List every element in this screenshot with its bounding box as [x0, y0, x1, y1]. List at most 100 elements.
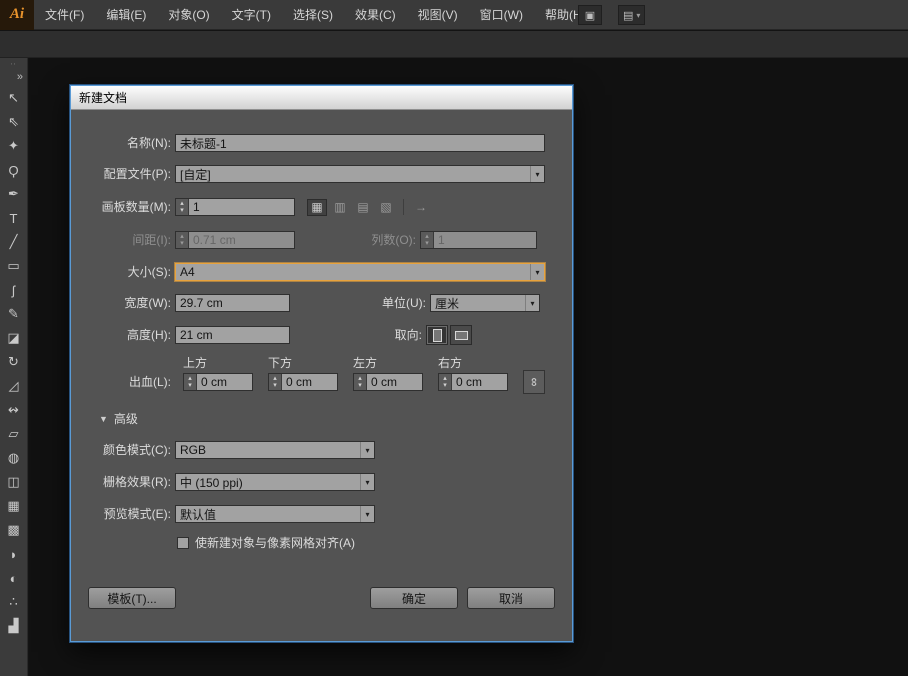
preview-mode-dropdown[interactable]: 默认值 ▾: [175, 505, 375, 523]
width-label: 宽度(W):: [124, 296, 171, 310]
advanced-section-toggle[interactable]: ▼ 高级: [99, 410, 138, 427]
size-dropdown[interactable]: A4 ▾: [175, 263, 545, 281]
width-input[interactable]: 29.7 cm: [175, 294, 290, 312]
dialog-title-bar[interactable]: 新建文档: [71, 86, 572, 110]
bleed-left-value[interactable]: 0 cm: [367, 374, 422, 390]
stepper-arrows[interactable]: ▴ ▾: [439, 374, 452, 390]
bleed-bottom-value[interactable]: 0 cm: [282, 374, 337, 390]
stepper-down-icon: ▾: [425, 240, 429, 247]
orientation-landscape-button[interactable]: [450, 325, 472, 345]
color-mode-dropdown[interactable]: RGB ▾: [175, 441, 375, 459]
column-graph-tool[interactable]: ▟: [0, 614, 28, 638]
chevron-down-icon: ▾: [636, 10, 641, 20]
menu-select[interactable]: 选择(S): [282, 0, 344, 30]
name-input[interactable]: 未标题-1: [175, 134, 545, 152]
units-dropdown[interactable]: 厘米 ▾: [430, 294, 540, 312]
bleed-left-stepper[interactable]: ▴ ▾ 0 cm: [353, 373, 423, 391]
stepper-up-icon[interactable]: ▴: [180, 200, 184, 207]
stepper-down-icon[interactable]: ▾: [358, 382, 362, 389]
pen-tool[interactable]: ✒: [0, 182, 28, 206]
rectangle-tool[interactable]: ▭: [0, 254, 28, 278]
workspace-switcher[interactable]: ▤ ▾: [618, 5, 646, 25]
bridge-button[interactable]: ▣: [578, 5, 602, 25]
grid-by-column-icon[interactable]: ▥: [330, 199, 350, 216]
symbol-sprayer-tool[interactable]: ∴: [0, 590, 28, 614]
bleed-right-value[interactable]: 0 cm: [452, 374, 507, 390]
scale-tool[interactable]: ◿: [0, 374, 28, 398]
menu-edit[interactable]: 编辑(E): [95, 0, 157, 30]
width-tool[interactable]: ↭: [0, 398, 28, 422]
divider: [403, 199, 404, 215]
line-segment-tool[interactable]: ╱: [0, 230, 28, 254]
units-value: 厘米: [435, 296, 460, 311]
stepper-down-icon[interactable]: ▾: [188, 382, 192, 389]
rotate-tool[interactable]: ↻: [0, 350, 28, 374]
eraser-tool[interactable]: ◪: [0, 326, 28, 350]
bleed-right-stepper[interactable]: ▴ ▾ 0 cm: [438, 373, 508, 391]
bleed-top-value[interactable]: 0 cm: [197, 374, 252, 390]
artboards-label: 画板数量(M):: [101, 200, 171, 214]
mesh-tool[interactable]: ▦: [0, 494, 28, 518]
stepper-down-icon[interactable]: ▾: [443, 382, 447, 389]
control-panel: [0, 31, 908, 58]
menu-effect[interactable]: 效果(C): [344, 0, 407, 30]
align-pixel-checkbox[interactable]: [177, 536, 189, 549]
stepper-down-icon[interactable]: ▾: [180, 207, 184, 214]
menu-object[interactable]: 对象(O): [157, 0, 220, 30]
type-tool[interactable]: T: [0, 206, 28, 230]
stepper-arrows[interactable]: ▴ ▾: [184, 374, 197, 390]
templates-button[interactable]: 模板(T)...: [88, 587, 176, 609]
magic-wand-tool[interactable]: ✦: [0, 134, 28, 158]
stepper-arrows[interactable]: ▴ ▾: [176, 199, 189, 215]
right-to-left-layout-icon[interactable]: →: [411, 199, 431, 216]
stepper-arrows[interactable]: ▴ ▾: [269, 374, 282, 390]
menu-file[interactable]: 文件(F): [34, 0, 95, 30]
dialog-title: 新建文档: [79, 91, 128, 105]
columns-value: 1: [434, 232, 536, 248]
artboard-count-stepper[interactable]: ▴ ▾ 1: [175, 198, 295, 216]
profile-dropdown[interactable]: [自定] ▾: [175, 165, 545, 183]
grid-by-row-icon[interactable]: ▦: [307, 198, 327, 216]
direct-selection-tool[interactable]: ⇖: [0, 110, 28, 134]
perspective-grid-tool[interactable]: ◫: [0, 470, 28, 494]
artboard-count-value[interactable]: 1: [189, 199, 294, 215]
bleed-top-stepper[interactable]: ▴ ▾ 0 cm: [183, 373, 253, 391]
stepper-down-icon[interactable]: ▾: [273, 382, 277, 389]
gradient-tool[interactable]: ▩: [0, 518, 28, 542]
eyedropper-tool[interactable]: ◗: [0, 542, 28, 566]
profile-label: 配置文件(P):: [103, 167, 171, 181]
pencil-tool[interactable]: ✎: [0, 302, 28, 326]
stepper-up-icon[interactable]: ▴: [358, 375, 362, 382]
paintbrush-tool[interactable]: ʃ: [0, 278, 28, 302]
stepper-arrows: ▴ ▾: [176, 232, 189, 248]
menu-bar: Ai 文件(F) 编辑(E) 对象(O) 文字(T) 选择(S) 效果(C) 视…: [0, 0, 908, 30]
orientation-portrait-button[interactable]: [426, 325, 448, 345]
cancel-button[interactable]: 取消: [467, 587, 555, 609]
stepper-up-icon: ▴: [425, 233, 429, 240]
menu-type[interactable]: 文字(T): [221, 0, 282, 30]
panel-drag-handle[interactable]: ∙∙: [10, 58, 16, 70]
preview-mode-label: 预览模式(E):: [103, 507, 171, 521]
arrange-by-row-icon[interactable]: ▤: [353, 199, 373, 216]
free-transform-tool[interactable]: ▱: [0, 422, 28, 446]
selection-tool[interactable]: ↖: [0, 86, 28, 110]
stepper-up-icon[interactable]: ▴: [188, 375, 192, 382]
stepper-up-icon[interactable]: ▴: [273, 375, 277, 382]
menu-window[interactable]: 窗口(W): [469, 0, 534, 30]
bleed-link-button[interactable]: ∞: [523, 370, 545, 394]
lasso-tool[interactable]: Ϙ: [0, 158, 28, 182]
bleed-bottom-stepper[interactable]: ▴ ▾ 0 cm: [268, 373, 338, 391]
stepper-up-icon[interactable]: ▴: [443, 375, 447, 382]
ok-button[interactable]: 确定: [370, 587, 458, 609]
height-label: 高度(H):: [127, 328, 171, 342]
menu-view[interactable]: 视图(V): [407, 0, 469, 30]
bleed-left-header: 左方: [353, 356, 378, 370]
stepper-arrows[interactable]: ▴ ▾: [354, 374, 367, 390]
raster-effects-dropdown[interactable]: 中 (150 ppi) ▾: [175, 473, 375, 491]
arrange-by-column-icon[interactable]: ▧: [376, 199, 396, 216]
shape-builder-tool[interactable]: ◍: [0, 446, 28, 470]
height-input[interactable]: 21 cm: [175, 326, 290, 344]
blend-tool[interactable]: ◐: [0, 566, 28, 590]
toolbar-collapse-chevron-icon[interactable]: »: [17, 70, 27, 86]
color-mode-value: RGB: [180, 443, 207, 457]
